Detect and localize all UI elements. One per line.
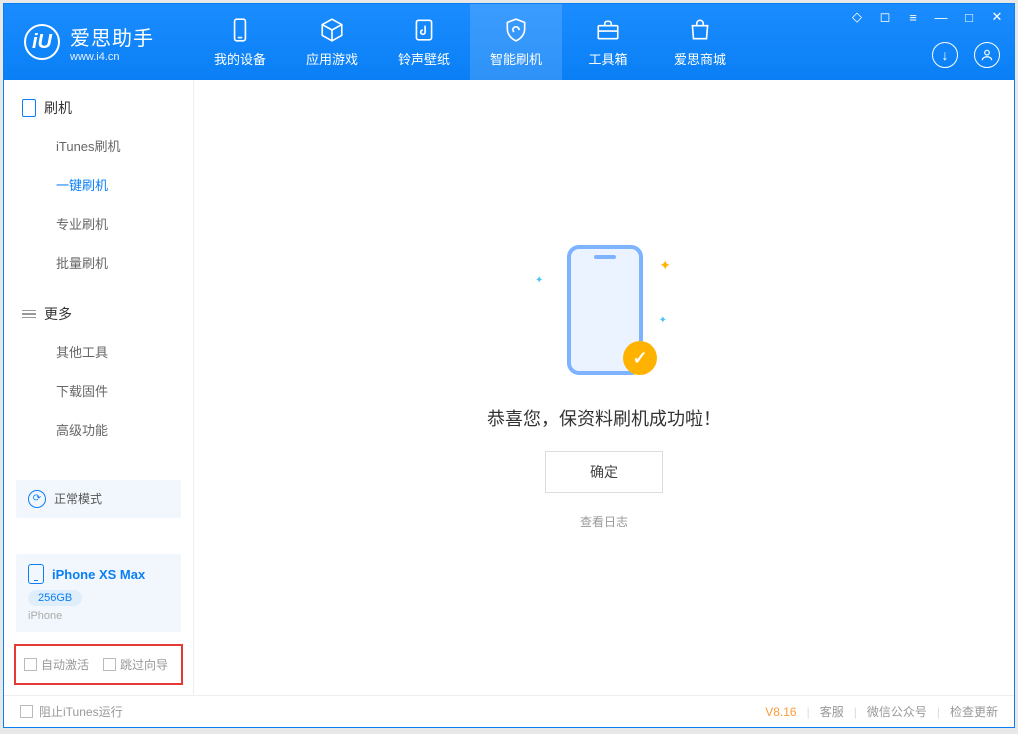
success-message: 恭喜您，保资料刷机成功啦！: [487, 405, 721, 431]
nav-tab-toolbox[interactable]: 工具箱: [562, 4, 654, 80]
support-link[interactable]: 客服: [820, 703, 844, 720]
feedback-icon[interactable]: ◻: [878, 10, 892, 24]
sidebar-item-advanced[interactable]: 高级功能: [4, 410, 193, 449]
checkbox-icon: [20, 705, 33, 718]
nav-tab-flash[interactable]: 智能刷机: [470, 4, 562, 80]
mode-icon: ⟳: [28, 490, 46, 508]
confirm-button[interactable]: 确定: [545, 451, 663, 493]
list-icon: [22, 310, 36, 319]
checkbox-icon: [24, 658, 37, 671]
menu-icon[interactable]: ≡: [906, 10, 920, 24]
flash-options-box: 自动激活 跳过向导: [14, 644, 183, 685]
sidebar-item-itunes-flash[interactable]: iTunes刷机: [4, 126, 193, 165]
check-badge-icon: ✓: [623, 341, 657, 375]
sidebar-section-more: 更多: [4, 304, 193, 332]
status-bar: 阻止iTunes运行 V8.16 | 客服 | 微信公众号 | 检查更新: [4, 695, 1014, 727]
device-icon: [22, 99, 36, 117]
version-label: V8.16: [765, 705, 796, 719]
checkbox-block-itunes[interactable]: 阻止iTunes运行: [20, 703, 123, 720]
sparkle-icon: ✦: [535, 275, 543, 286]
nav-tab-my-device[interactable]: 我的设备: [194, 4, 286, 80]
main-content: ✦ ✦ ✦ ✓ 恭喜您，保资料刷机成功啦！ 确定 查看日志: [194, 80, 1014, 695]
sidebar-item-other-tools[interactable]: 其他工具: [4, 332, 193, 371]
checkbox-auto-activate[interactable]: 自动激活: [24, 656, 89, 673]
sidebar-item-download-firmware[interactable]: 下载固件: [4, 371, 193, 410]
view-log-link[interactable]: 查看日志: [580, 513, 628, 530]
checkbox-icon: [103, 658, 116, 671]
device-type-label: iPhone: [28, 610, 169, 622]
nav-tabs: 我的设备 应用游戏 铃声壁纸 智能刷机 工具箱 爱思商城: [194, 4, 746, 80]
sidebar: 刷机 iTunes刷机 一键刷机 专业刷机 批量刷机 更多 其他工具 下载固件 …: [4, 80, 194, 695]
device-mode-label: 正常模式: [54, 490, 102, 507]
bag-icon: [687, 17, 713, 43]
window-controls: ◇ ◻ ≡ — □ ✕: [850, 10, 1004, 24]
toolbox-icon: [595, 17, 621, 43]
shield-refresh-icon: [503, 17, 529, 43]
phone-icon: [227, 17, 253, 43]
user-icon[interactable]: [974, 42, 1000, 68]
nav-tab-apps[interactable]: 应用游戏: [286, 4, 378, 80]
header-right-icons: ↓: [932, 42, 1000, 68]
checkbox-skip-guide[interactable]: 跳过向导: [103, 656, 168, 673]
device-info-card[interactable]: iPhone XS Max 256GB iPhone: [16, 554, 181, 632]
sidebar-item-oneclick-flash[interactable]: 一键刷机: [4, 165, 193, 204]
app-window: iU 爱思助手 www.i4.cn 我的设备 应用游戏 铃声壁纸 智能刷机: [3, 3, 1015, 728]
app-name-en: www.i4.cn: [70, 51, 154, 63]
nav-tab-store[interactable]: 爱思商城: [654, 4, 746, 80]
sidebar-item-pro-flash[interactable]: 专业刷机: [4, 204, 193, 243]
phone-small-icon: [28, 564, 44, 584]
app-logo: iU 爱思助手 www.i4.cn: [4, 22, 194, 63]
device-capacity-badge: 256GB: [28, 590, 82, 606]
sparkle-icon: ✦: [659, 315, 667, 326]
shirt-icon[interactable]: ◇: [850, 10, 864, 24]
device-name-label: iPhone XS Max: [52, 567, 145, 582]
title-bar: iU 爱思助手 www.i4.cn 我的设备 应用游戏 铃声壁纸 智能刷机: [4, 4, 1014, 80]
sidebar-item-batch-flash[interactable]: 批量刷机: [4, 243, 193, 282]
body-area: 刷机 iTunes刷机 一键刷机 专业刷机 批量刷机 更多 其他工具 下载固件 …: [4, 80, 1014, 695]
nav-tab-ringtone[interactable]: 铃声壁纸: [378, 4, 470, 80]
music-file-icon: [411, 17, 437, 43]
success-illustration: ✦ ✦ ✦ ✓: [549, 245, 659, 385]
check-update-link[interactable]: 检查更新: [950, 703, 998, 720]
close-icon[interactable]: ✕: [990, 10, 1004, 24]
wechat-link[interactable]: 微信公众号: [867, 703, 927, 720]
sidebar-section-flash: 刷机: [4, 98, 193, 126]
app-name-cn: 爱思助手: [70, 22, 154, 51]
maximize-icon[interactable]: □: [962, 10, 976, 24]
sparkle-icon: ✦: [659, 257, 671, 274]
device-mode-card[interactable]: ⟳ 正常模式: [16, 480, 181, 518]
minimize-icon[interactable]: —: [934, 10, 948, 24]
logo-icon: iU: [24, 24, 60, 60]
download-icon[interactable]: ↓: [932, 42, 958, 68]
cube-icon: [319, 17, 345, 43]
